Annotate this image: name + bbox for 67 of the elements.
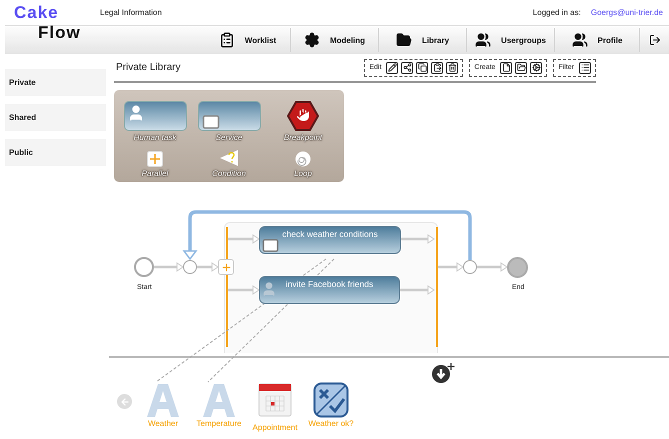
plus-gateway-icon — [147, 151, 163, 167]
paste-icon — [432, 63, 442, 72]
task-label: check weather conditions — [281, 229, 379, 239]
flow-arrow — [228, 234, 260, 244]
list-icon — [580, 63, 590, 72]
flow-arrow — [197, 262, 219, 272]
flow-arrow — [228, 285, 260, 295]
palette-label: Loop — [294, 169, 312, 178]
palette-label: Condition — [212, 169, 246, 178]
letter-a-icon — [202, 382, 236, 418]
nav-item[interactable]: Modeling — [290, 28, 378, 52]
users-icon — [572, 32, 588, 48]
palette-label: Parallel — [142, 169, 168, 178]
nav-item[interactable]: Profile — [554, 28, 639, 52]
logo-text: Flow — [37, 23, 82, 43]
logo-text: Cake — [13, 2, 60, 22]
tool-button[interactable] — [579, 62, 591, 74]
file-icon — [502, 63, 511, 72]
data-object-label: Weather — [148, 419, 178, 428]
clipboard-icon — [218, 32, 235, 48]
tool-button[interactable] — [515, 62, 528, 74]
users-icon — [475, 32, 492, 48]
folder-icon — [516, 63, 526, 72]
palette-label: Breakpoint — [284, 133, 322, 142]
flow-arrow — [400, 285, 435, 295]
flow-arrow — [438, 262, 464, 272]
flow-arrow — [401, 234, 435, 244]
share-icon — [402, 63, 412, 72]
palette-label: Service — [216, 133, 242, 142]
trash-icon — [448, 63, 457, 72]
data-object-label: Weather ok? — [308, 419, 354, 428]
tool-button[interactable] — [500, 62, 512, 74]
nav-item[interactable]: Worklist — [205, 28, 290, 52]
legal-information-link[interactable]: Legal Information — [100, 8, 162, 17]
decision-icon — [313, 382, 349, 418]
plus-icon — [220, 262, 232, 272]
data-object-label: Temperature — [196, 419, 242, 428]
download-add-icon[interactable] — [431, 362, 455, 384]
library-title: Private Library — [116, 62, 182, 73]
palette-label: Human task — [134, 133, 176, 142]
logged-in-label: Logged in as: — [532, 8, 581, 17]
sidebar-item[interactable]: Shared — [5, 104, 106, 131]
data-object-label: Appointment — [252, 423, 298, 432]
logout-icon — [648, 34, 660, 46]
nav-item[interactable]: Library — [378, 28, 466, 52]
sidebar-item[interactable]: Private — [5, 69, 106, 96]
tool-button[interactable] — [446, 62, 458, 74]
person-icon — [261, 281, 277, 297]
copy-icon — [418, 63, 427, 72]
user-email-link[interactable]: Goergs@uni-trier.de — [590, 8, 663, 17]
tool-button[interactable] — [401, 62, 414, 74]
calendar-icon — [258, 382, 292, 418]
tool-button[interactable] — [431, 62, 444, 74]
start-event[interactable] — [134, 257, 154, 277]
letter-a-icon — [146, 382, 180, 418]
flow-arrow — [154, 262, 184, 272]
pencil-icon — [388, 63, 397, 72]
sidebar-item[interactable]: Public — [5, 139, 106, 166]
tool-button[interactable] — [416, 62, 428, 74]
task-label: invite Facebook friends — [284, 279, 374, 289]
condition-icon — [219, 149, 239, 167]
nav-item[interactable]: Usergroups — [466, 28, 554, 52]
flow-arrow — [477, 262, 508, 272]
folder-icon — [396, 32, 412, 48]
tool-button[interactable] — [386, 62, 398, 74]
tool-button[interactable] — [530, 62, 542, 74]
loop-icon — [295, 151, 311, 167]
